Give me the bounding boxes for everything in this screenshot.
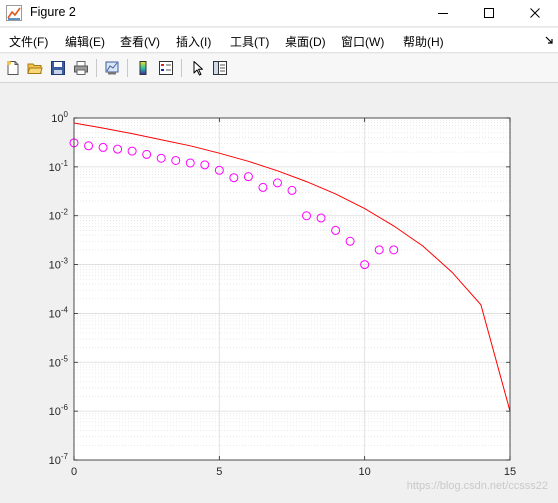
toolbar [0,54,558,83]
y-tick-label-base: 10 [49,357,61,369]
y-tick-label: 10-2 [49,208,69,223]
y-tick-label: 10-7 [49,452,69,467]
y-tick-label: 10-6 [49,403,69,418]
menu-view[interactable]: 查看(V) [120,33,160,50]
dock-arrow-icon[interactable] [544,35,554,45]
y-tick-label: 10-1 [49,159,69,174]
y-tick-label-base: 10 [49,308,61,320]
axes-background [74,118,510,460]
insert-colorbar-icon [139,61,147,75]
insert-colorbar-button[interactable] [133,58,153,78]
minimize-button[interactable] [420,0,466,26]
property-editor-button[interactable] [210,58,230,78]
y-tick-label-base: 10 [49,260,61,272]
y-tick-label-exponent: -3 [61,257,69,266]
insert-legend-icon [159,61,173,75]
close-button[interactable] [512,0,558,26]
y-tick-label: 100 [51,110,68,125]
save-icon [51,61,65,75]
x-tick-label: 0 [71,466,77,478]
y-tick-label-base: 10 [49,455,61,467]
x-tick-label: 5 [216,466,222,478]
property-editor-icon [213,61,227,75]
close-icon [530,8,540,18]
menu-file[interactable]: 文件(F) [9,33,48,50]
open-file-button[interactable] [25,58,45,78]
figure-canvas[interactable]: 0 5 10 15 10-7 10-6 10-5 10-4 10-3 10-2 10-1 100 ht… [0,83,558,500]
menu-edit[interactable]: 编辑(E) [65,33,105,50]
menu-desktop[interactable]: 桌面(D) [285,33,326,50]
title-bar: Figure 2 [0,0,558,27]
new-figure-icon [7,61,19,75]
open-file-icon [27,63,43,74]
y-tick-label-exponent: -5 [61,354,69,363]
matlab-figure-icon [6,5,22,21]
link-plot-button[interactable] [102,58,122,78]
minimize-icon [438,13,448,14]
window-title: Figure 2 [30,5,76,19]
maximize-icon [484,8,494,18]
y-tick-label: 10-5 [49,354,69,369]
y-tick-label-exponent: 0 [64,110,69,119]
toolbar-separator [127,59,128,77]
y-tick-label: 10-4 [49,305,69,320]
edit-plot-icon [193,61,203,76]
y-tick-label-exponent: -6 [61,403,69,412]
toolbar-separator [96,59,97,77]
menu-bar: 文件(F) 编辑(E) 查看(V) 插入(I) 工具(T) 桌面(D) 窗口(W… [0,28,558,53]
y-tick-label-base: 10 [49,162,61,174]
watermark-text: https://blog.csdn.net/ccsss22 [406,480,548,492]
print-button[interactable] [71,58,91,78]
y-tick-label-exponent: -4 [61,305,69,314]
menu-insert[interactable]: 插入(I) [176,33,211,50]
menu-help[interactable]: 帮助(H) [403,33,444,50]
y-tick-label-exponent: -7 [61,452,69,461]
print-icon [74,61,88,75]
edit-plot-button[interactable] [188,58,208,78]
maximize-button[interactable] [466,0,512,26]
menu-tools[interactable]: 工具(T) [230,33,269,50]
y-tick-label-exponent: -1 [61,159,69,168]
y-tick-label-base: 10 [51,113,63,125]
log-scale-plot[interactable]: 0 5 10 1510-710-610-510-410-310-210-1100 [0,83,558,500]
toolbar-separator [181,59,182,77]
y-tick-label: 10-3 [49,257,69,272]
insert-legend-button[interactable] [156,58,176,78]
x-tick-label: 10 [359,466,371,478]
y-tick-label-exponent: -2 [61,208,69,217]
y-tick-label-base: 10 [49,211,61,223]
link-plot-icon [105,61,119,75]
new-figure-button[interactable] [3,58,23,78]
save-button[interactable] [48,58,68,78]
x-tick-label: 15 [504,466,516,478]
y-tick-label-base: 10 [49,406,61,418]
menu-window[interactable]: 窗口(W) [341,33,384,50]
